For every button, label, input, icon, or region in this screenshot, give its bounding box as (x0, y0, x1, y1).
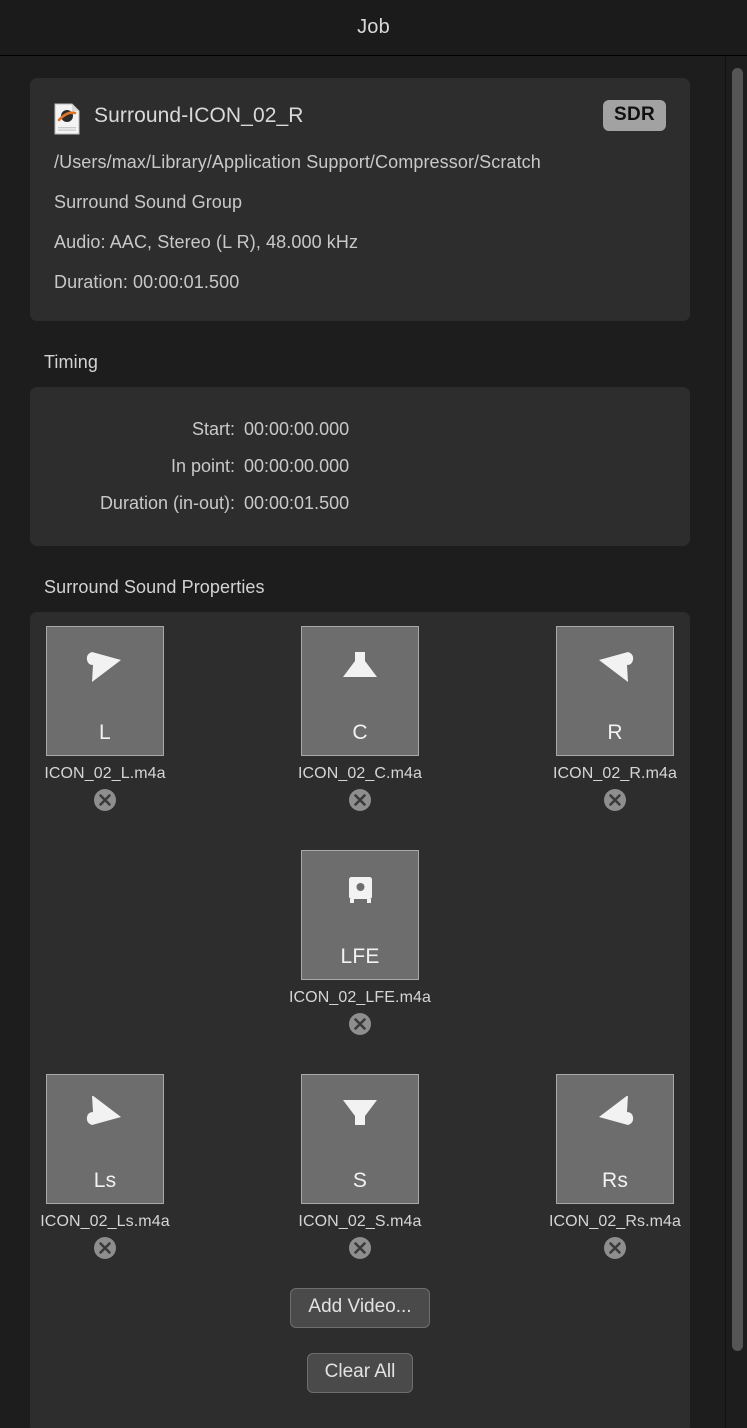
vertical-scrollbar[interactable] (725, 56, 747, 1428)
job-meta-audio: Audio: AAC, Stereo (L R), 48.000 kHz (54, 229, 666, 255)
status-badge-sdr: SDR (603, 100, 666, 131)
speaker-left-icon (75, 643, 135, 699)
speaker-tile-lfe[interactable]: LFE (301, 850, 419, 980)
speaker-letter-s: S (353, 1169, 367, 1193)
speaker-channel-c: C ICON_02_C.m4a (285, 626, 435, 812)
timing-row-in-point: In point: 00:00:00.000 (30, 448, 690, 485)
speaker-right-surround-icon (585, 1091, 645, 1147)
timing-label-start: Start: (30, 411, 244, 448)
speaker-tile-l[interactable]: L (46, 626, 164, 756)
timing-label-in-point: In point: (30, 448, 244, 485)
remove-channel-s-icon[interactable] (348, 1236, 372, 1260)
add-video-row: Add Video... (30, 1288, 690, 1328)
speaker-filename-s: ICON_02_S.m4a (298, 1213, 421, 1231)
speaker-filename-c: ICON_02_C.m4a (298, 765, 422, 783)
speaker-filename-r: ICON_02_R.m4a (553, 765, 677, 783)
surround-sound-properties-card: L ICON_02_L.m4a (30, 612, 690, 1428)
speaker-tile-s[interactable]: S (301, 1074, 419, 1204)
speaker-filename-rs: ICON_02_Rs.m4a (549, 1213, 681, 1231)
row-spacer-2 (30, 1036, 690, 1074)
job-source-card: Surround-ICON_02_R SDR /Users/max/Librar… (30, 78, 690, 321)
speaker-row-surround: Ls ICON_02_Ls.m4a (30, 1074, 690, 1260)
vertical-scrollbar-thumb[interactable] (732, 68, 743, 1351)
remove-channel-l-icon[interactable] (93, 788, 117, 812)
row-spacer-1 (30, 812, 690, 850)
clear-all-row: Clear All (30, 1353, 690, 1393)
speaker-filename-lfe: ICON_02_LFE.m4a (289, 989, 431, 1007)
timing-value-duration: 00:00:01.500 (244, 485, 349, 522)
speaker-letter-l: L (99, 721, 111, 745)
job-meta-duration: Duration: 00:00:01.500 (54, 269, 666, 295)
titlebar: Job (0, 0, 747, 56)
timing-card: Start: 00:00:00.000 In point: 00:00:00.0… (30, 387, 690, 546)
speaker-row-lfe: LFE ICON_02_LFE.m4a (30, 850, 690, 1036)
timing-label-duration: Duration (in-out): (30, 485, 244, 522)
speaker-row-front: L ICON_02_L.m4a (30, 626, 690, 812)
job-header: Surround-ICON_02_R SDR (54, 100, 666, 135)
speaker-channel-s: S ICON_02_S.m4a (285, 1074, 435, 1260)
remove-channel-lfe-icon[interactable] (348, 1012, 372, 1036)
job-inspector-window: Job Surroun (0, 0, 747, 1428)
speaker-center-icon (330, 643, 390, 699)
speaker-letter-c: C (352, 721, 367, 745)
remove-channel-rs-icon[interactable] (603, 1236, 627, 1260)
timing-row-start: Start: 00:00:00.000 (30, 411, 690, 448)
inspector-content: Surround-ICON_02_R SDR /Users/max/Librar… (0, 56, 747, 1428)
speaker-letter-lfe: LFE (340, 945, 379, 969)
window-title: Job (357, 16, 390, 39)
speaker-letter-rs: Rs (602, 1169, 628, 1193)
speaker-channel-lfe: LFE ICON_02_LFE.m4a (285, 850, 435, 1036)
remove-channel-c-icon[interactable] (348, 788, 372, 812)
speaker-channel-rs: Rs ICON_02_Rs.m4a (540, 1074, 690, 1260)
inspector-scroll-area: Surround-ICON_02_R SDR /Users/max/Librar… (0, 56, 747, 1428)
speaker-tile-ls[interactable]: Ls (46, 1074, 164, 1204)
timing-value-start: 00:00:00.000 (244, 411, 349, 448)
timing-value-in-point: 00:00:00.000 (244, 448, 349, 485)
speaker-letter-ls: Ls (94, 1169, 117, 1193)
speaker-tile-c[interactable]: C (301, 626, 419, 756)
speaker-letter-r: R (607, 721, 622, 745)
speaker-filename-l: ICON_02_L.m4a (44, 765, 165, 783)
subwoofer-icon (330, 867, 390, 923)
timing-section-heading: Timing (44, 352, 690, 373)
speaker-tile-r[interactable]: R (556, 626, 674, 756)
job-meta-path: /Users/max/Library/Application Support/C… (54, 149, 666, 175)
add-video-button[interactable]: Add Video... (290, 1288, 429, 1328)
timing-row-duration: Duration (in-out): 00:00:01.500 (30, 485, 690, 522)
remove-channel-r-icon[interactable] (603, 788, 627, 812)
speaker-tile-rs[interactable]: Rs (556, 1074, 674, 1204)
speaker-filename-ls: ICON_02_Ls.m4a (40, 1213, 169, 1231)
speaker-surround-icon (330, 1091, 390, 1147)
speaker-left-surround-icon (75, 1091, 135, 1147)
speaker-channel-r: R ICON_02_R.m4a (540, 626, 690, 812)
job-name: Surround-ICON_02_R (94, 100, 304, 132)
surround-section-heading: Surround Sound Properties (44, 577, 690, 598)
job-meta-group: Surround Sound Group (54, 189, 666, 215)
speaker-channel-ls: Ls ICON_02_Ls.m4a (30, 1074, 180, 1260)
speaker-right-icon (585, 643, 645, 699)
clear-all-button[interactable]: Clear All (307, 1353, 414, 1393)
job-metadata: /Users/max/Library/Application Support/C… (54, 149, 666, 295)
remove-channel-ls-icon[interactable] (93, 1236, 117, 1260)
speaker-channel-l: L ICON_02_L.m4a (30, 626, 180, 812)
compressor-document-icon (54, 103, 80, 135)
